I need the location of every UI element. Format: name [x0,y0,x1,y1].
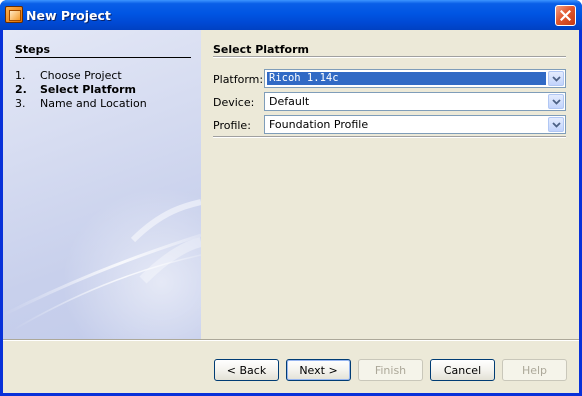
platform-label: Platform: [213,73,264,86]
profile-dropdown-button[interactable] [548,117,564,132]
dialog-body: Steps 1. Choose Project 2. Select Platform… [3,30,579,393]
finish-button[interactable]: Finish [358,359,423,381]
platform-value: Ricoh 1.14c [267,72,546,85]
chevron-down-icon [551,121,561,128]
device-value: Default [269,95,310,108]
device-combobox[interactable]: Default [264,92,566,111]
platform-combobox[interactable]: Ricoh 1.14c [264,69,566,88]
platform-panel: Select Platform Platform: Ricoh 1.14c De… [201,30,579,339]
steps-heading: Steps [15,43,51,56]
title-bar[interactable]: New Project [0,0,582,30]
profile-value: Foundation Profile [269,118,369,131]
next-button[interactable]: Next > [286,359,351,381]
profile-combobox[interactable]: Foundation Profile [264,115,566,134]
step-number: 1. [15,69,26,82]
back-button[interactable]: < Back [214,359,279,381]
steps-divider [15,57,191,58]
device-dropdown-button[interactable] [548,94,564,109]
close-icon [560,10,571,21]
close-button[interactable] [555,5,576,26]
chevron-down-icon [551,75,561,82]
steps-panel: Steps 1. Choose Project 2. Select Platform… [3,30,201,339]
step-label: Choose Project [40,69,122,82]
section-title: Select Platform [213,43,309,56]
step-choose-project: 1. Choose Project [15,69,122,82]
window-title: New Project [26,8,111,23]
step-name-and-location: 3. Name and Location [15,97,147,110]
new-project-window: New Project Steps 1. Choose Project 2. S… [0,0,582,396]
step-label: Name and Location [40,97,147,110]
device-label: Device: [213,96,255,109]
fields-divider-highlight [213,137,566,138]
step-number: 3. [15,97,26,110]
section-divider-highlight [213,57,566,58]
step-number: 2. [15,83,27,96]
chevron-down-icon [551,98,561,105]
profile-label: Profile: [213,119,251,132]
button-bar-divider-highlight [3,340,579,341]
project-icon [5,6,23,23]
cancel-button[interactable]: Cancel [430,359,495,381]
platform-dropdown-button[interactable] [548,71,564,86]
step-select-platform: 2. Select Platform [15,83,136,96]
help-button[interactable]: Help [502,359,567,381]
step-label: Select Platform [40,83,136,96]
